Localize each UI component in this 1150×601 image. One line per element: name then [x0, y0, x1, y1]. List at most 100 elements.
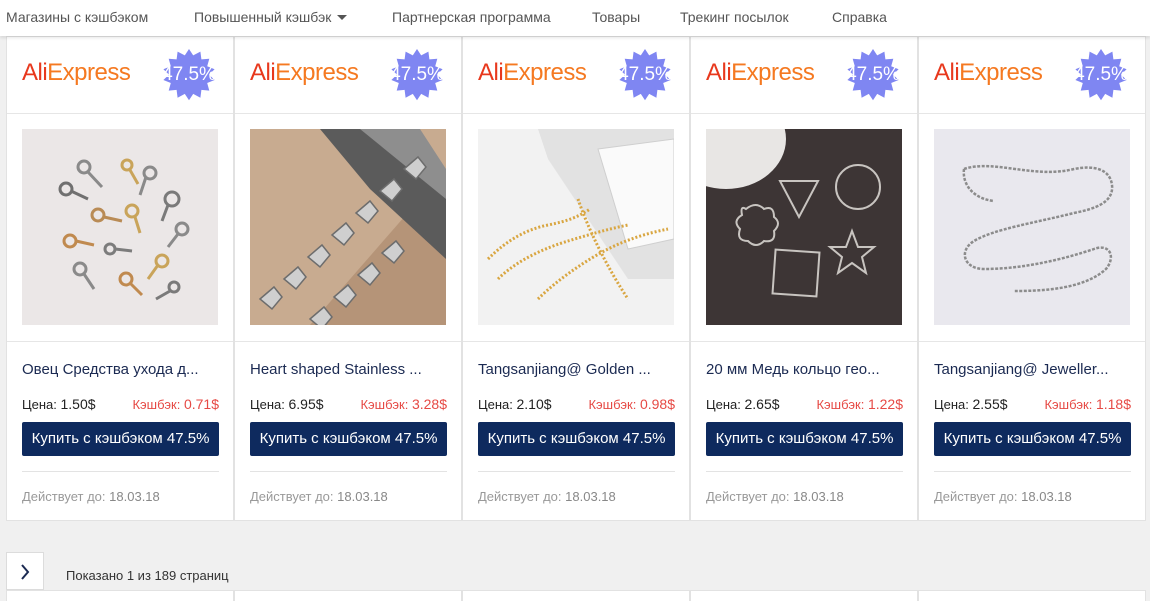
cashback-badge-value: 47.5% [618, 64, 672, 85]
cashback-label: Кэшбэк: [360, 397, 409, 412]
store-logo[interactable]: AliExpress [478, 59, 587, 87]
store-logo[interactable]: AliExpress [22, 59, 131, 87]
store-name: AliExpress [478, 59, 587, 86]
nav-products[interactable]: Товары [592, 9, 640, 25]
cashback-label: Кэшбэк: [1044, 397, 1093, 412]
product-title[interactable]: Овец Средства ухода д... [22, 361, 219, 378]
valid-until: Действует до: 18.03.18 [706, 489, 844, 504]
buy-with-cashback-button[interactable]: Купить с кэшбэком 47.5% [22, 422, 219, 456]
price-row: Цена: 6.95$ Кэшбэк: 3.28$ [250, 396, 447, 412]
product-image[interactable] [934, 129, 1130, 325]
nav-stores-cashback[interactable]: Магазины с кэшбэком [6, 9, 148, 25]
nav-partner-program[interactable]: Партнерская программа [392, 9, 551, 25]
cashback-badge: 47.5% [1073, 47, 1129, 103]
product-card-partial [918, 590, 1146, 601]
price-label: Цена: [706, 397, 741, 412]
store-name: AliExpress [250, 59, 359, 86]
buy-with-cashback-button[interactable]: Купить с кэшбэком 47.5% [250, 422, 447, 456]
chevron-right-icon [21, 564, 30, 580]
gold-chain-image [478, 129, 674, 325]
cashback-badge: 47.5% [845, 47, 901, 103]
price-label: Цена: [934, 397, 969, 412]
cashback-badge-value: 47.5% [1074, 64, 1128, 85]
divider [250, 471, 447, 472]
store-name: AliExpress [706, 59, 815, 86]
divider [934, 471, 1131, 472]
valid-until-label: Действует до: [478, 489, 562, 504]
card-header: AliExpress 47.5% [463, 37, 689, 114]
price-label: Цена: [22, 397, 57, 412]
nav-help[interactable]: Справка [832, 9, 887, 25]
cashback-label: Кэшбэк: [588, 397, 637, 412]
valid-until-date: 18.03.18 [565, 489, 616, 504]
heart-chain-image [250, 129, 446, 325]
cashback-value: 1.22$ [867, 396, 903, 412]
geo-rings-image [706, 129, 902, 325]
valid-until-label: Действует до: [250, 489, 334, 504]
price-label: Цена: [250, 397, 285, 412]
nav-parcel-tracking[interactable]: Трекинг посылок [680, 9, 789, 25]
valid-until-label: Действует до: [22, 489, 106, 504]
price: Цена: 1.50$ [22, 396, 96, 412]
buy-with-cashback-button[interactable]: Купить с кэшбэком 47.5% [934, 422, 1131, 456]
store-logo[interactable]: AliExpress [250, 59, 359, 87]
valid-until: Действует до: 18.03.18 [478, 489, 616, 504]
product-card: AliExpress 47.5% 20 мм Медь кольцо гео.. [690, 36, 918, 521]
divider [706, 471, 903, 472]
price-value: 1.50$ [60, 396, 96, 412]
product-card: AliExpress 47.5% Tangsanjiang@ Jeweller.… [918, 36, 1146, 521]
product-image[interactable] [706, 129, 902, 325]
product-title[interactable]: Tangsanjiang@ Jeweller... [934, 361, 1131, 378]
product-title[interactable]: 20 мм Медь кольцо гео... [706, 361, 903, 378]
valid-until: Действует до: 18.03.18 [250, 489, 388, 504]
product-title[interactable]: Heart shaped Stainless ... [250, 361, 447, 378]
product-image[interactable] [250, 129, 446, 325]
price: Цена: 2.10$ [478, 396, 552, 412]
cashback-badge: 47.5% [617, 47, 673, 103]
cashback-value: 0.98$ [639, 396, 675, 412]
store-logo[interactable]: AliExpress [934, 59, 1043, 87]
price-row: Цена: 2.55$ Кэшбэк: 1.18$ [934, 396, 1131, 412]
product-card-partial [6, 590, 234, 601]
divider [919, 341, 1145, 342]
card-header: AliExpress 47.5% [235, 37, 461, 114]
buy-with-cashback-button[interactable]: Купить с кэшбэком 47.5% [478, 422, 675, 456]
price-row: Цена: 2.65$ Кэшбэк: 1.22$ [706, 396, 903, 412]
valid-until-date: 18.03.18 [1021, 489, 1072, 504]
price-row: Цена: 1.50$ Кэшбэк: 0.71$ [22, 396, 219, 412]
price: Цена: 2.55$ [934, 396, 1008, 412]
next-page-button[interactable] [6, 552, 44, 590]
valid-until-date: 18.03.18 [337, 489, 388, 504]
cashback-badge: 47.5% [161, 47, 217, 103]
price-row: Цена: 2.10$ Кэшбэк: 0.98$ [478, 396, 675, 412]
nav-increased-cashback[interactable]: Повышенный кэшбэк [194, 9, 348, 25]
cashback-label: Кэшбэк: [132, 397, 181, 412]
cashback-badge-value: 47.5% [162, 64, 216, 85]
valid-until-label: Действует до: [934, 489, 1018, 504]
buy-with-cashback-button[interactable]: Купить с кэшбэком 47.5% [706, 422, 903, 456]
product-image[interactable] [22, 129, 218, 325]
product-card: AliExpress 47.5% [234, 36, 462, 521]
valid-until-label: Действует до: [706, 489, 790, 504]
cashback-badge-value: 47.5% [846, 64, 900, 85]
product-title[interactable]: Tangsanjiang@ Golden ... [478, 361, 675, 378]
store-name: AliExpress [934, 59, 1043, 86]
silver-chain-image [934, 129, 1130, 325]
product-image[interactable] [478, 129, 674, 325]
price: Цена: 6.95$ [250, 396, 324, 412]
divider [22, 471, 219, 472]
valid-until-date: 18.03.18 [109, 489, 160, 504]
chevron-down-icon [337, 14, 348, 20]
price-label: Цена: [478, 397, 513, 412]
product-card-partial [462, 590, 690, 601]
cashback-label: Кэшбэк: [816, 397, 865, 412]
store-logo[interactable]: AliExpress [706, 59, 815, 87]
cashback-value: 3.28$ [411, 396, 447, 412]
cashback: Кэшбэк: 1.22$ [816, 396, 903, 412]
product-card: AliExpress 47.5% Tangsanjiang@ Golden ..… [462, 36, 690, 521]
price-value: 2.10$ [516, 396, 552, 412]
valid-until: Действует до: 18.03.18 [22, 489, 160, 504]
card-header: AliExpress 47.5% [691, 37, 917, 114]
cashback: Кэшбэк: 0.71$ [132, 396, 219, 412]
divider [463, 341, 689, 342]
